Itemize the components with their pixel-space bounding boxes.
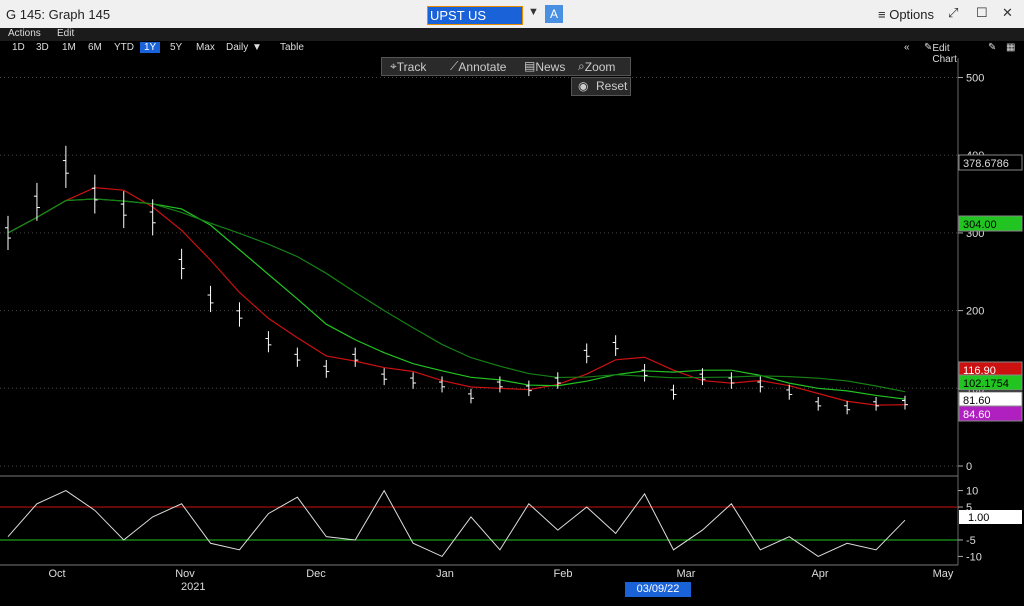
news-button[interactable]: ▤ News: [524, 59, 565, 74]
zoom-label: Zoom: [584, 60, 616, 74]
reset-icon: ◉: [578, 79, 589, 93]
pencil-icon[interactable]: ✎: [988, 42, 996, 53]
edit-chart-button[interactable]: ✎ Edit Chart: [924, 42, 957, 65]
range-5y[interactable]: 5Y: [170, 42, 182, 53]
annotate-button[interactable]: ⟋ Annotate: [450, 59, 506, 74]
options-label: Options: [889, 7, 935, 22]
month-label: Nov: [175, 568, 195, 580]
price-label-text: 102.1754: [963, 378, 1009, 390]
month-label: Mar: [677, 568, 696, 580]
month-label: Apr: [811, 568, 828, 580]
price-label-text: 81.60: [963, 395, 991, 407]
osc-tick-label: -5: [966, 535, 976, 547]
month-label: Jan: [436, 568, 454, 580]
range-6m[interactable]: 6M: [88, 42, 102, 53]
window-title: G 145: Graph 145: [6, 7, 111, 22]
month-label: Oct: [48, 568, 65, 580]
moving-average-line: [7, 198, 906, 393]
news-label: News: [535, 60, 566, 74]
y-tick-label: 200: [966, 306, 984, 318]
moving-average-line: [7, 186, 906, 406]
chevron-down-icon[interactable]: ▼: [252, 42, 262, 53]
range-bar: 1D 3D 1M 6M YTD 1Y 5Y Max Daily ▼ Table …: [0, 41, 1024, 65]
table-button[interactable]: Table: [280, 42, 304, 53]
menu-bar: Actions Edit: [0, 28, 1024, 41]
osc-tick-label: 10: [966, 486, 978, 498]
y-tick-label: 0: [966, 461, 972, 473]
close-icon[interactable]: ✕: [1002, 5, 1013, 21]
ticker-badge[interactable]: A: [545, 5, 563, 23]
collapse-icon[interactable]: «: [904, 42, 910, 53]
reset-button[interactable]: ◉ Reset: [571, 77, 631, 96]
month-label: May: [933, 568, 954, 580]
year-label: 2021: [181, 581, 206, 593]
price-chart[interactable]: 5004003002001000105-5-10378.6786304.0011…: [0, 56, 1024, 601]
frequency-dropdown[interactable]: Daily: [226, 42, 248, 53]
cursor-date: 03/09/22: [625, 582, 691, 597]
chart-toolbar: ⌖ Track ⟋ Annotate ▤ News ⌕ Zoom: [381, 57, 631, 76]
expand-icon[interactable]: ⤢: [948, 5, 958, 21]
zoom-button[interactable]: ⌕ Zoom: [578, 59, 615, 74]
month-label: Feb: [554, 568, 573, 580]
track-label: Track: [396, 60, 427, 74]
edit-menu[interactable]: Edit: [57, 28, 74, 39]
range-1y[interactable]: 1Y: [140, 42, 161, 53]
range-ytd[interactable]: YTD: [114, 42, 134, 53]
ticker-input[interactable]: UPST US Equity: [427, 6, 523, 40]
y-tick-label: 500: [966, 73, 984, 85]
actions-menu[interactable]: Actions: [8, 28, 41, 39]
grid-icon[interactable]: ▦: [1006, 42, 1015, 53]
chart-area[interactable]: 5004003002001000105-5-10378.6786304.0011…: [0, 56, 1024, 601]
range-1m[interactable]: 1M: [62, 42, 76, 53]
osc-tick-label: -10: [966, 551, 982, 563]
maximize-icon[interactable]: ☐: [976, 5, 988, 21]
oscillator-line: [7, 489, 906, 558]
price-label-text: 84.60: [963, 409, 991, 421]
annotate-label: Annotate: [458, 60, 507, 74]
range-3d[interactable]: 3D: [36, 42, 49, 53]
range-max[interactable]: Max: [196, 42, 215, 53]
month-label: Dec: [306, 568, 326, 580]
price-label-text: 378.6786: [963, 158, 1009, 170]
moving-average-line: [7, 198, 906, 400]
options-button[interactable]: ≡ Options: [878, 7, 934, 22]
price-label-text: 304.00: [963, 219, 997, 231]
title-bar: G 145: Graph 145 UPST US Equity ▼ A ≡ Op…: [0, 0, 1024, 40]
track-button[interactable]: ⌖ Track: [390, 59, 426, 74]
osc-label-text: 1.00: [968, 512, 989, 524]
range-1d[interactable]: 1D: [12, 42, 25, 53]
reset-label: Reset: [596, 79, 628, 93]
chevron-down-icon[interactable]: ▼: [528, 6, 539, 18]
